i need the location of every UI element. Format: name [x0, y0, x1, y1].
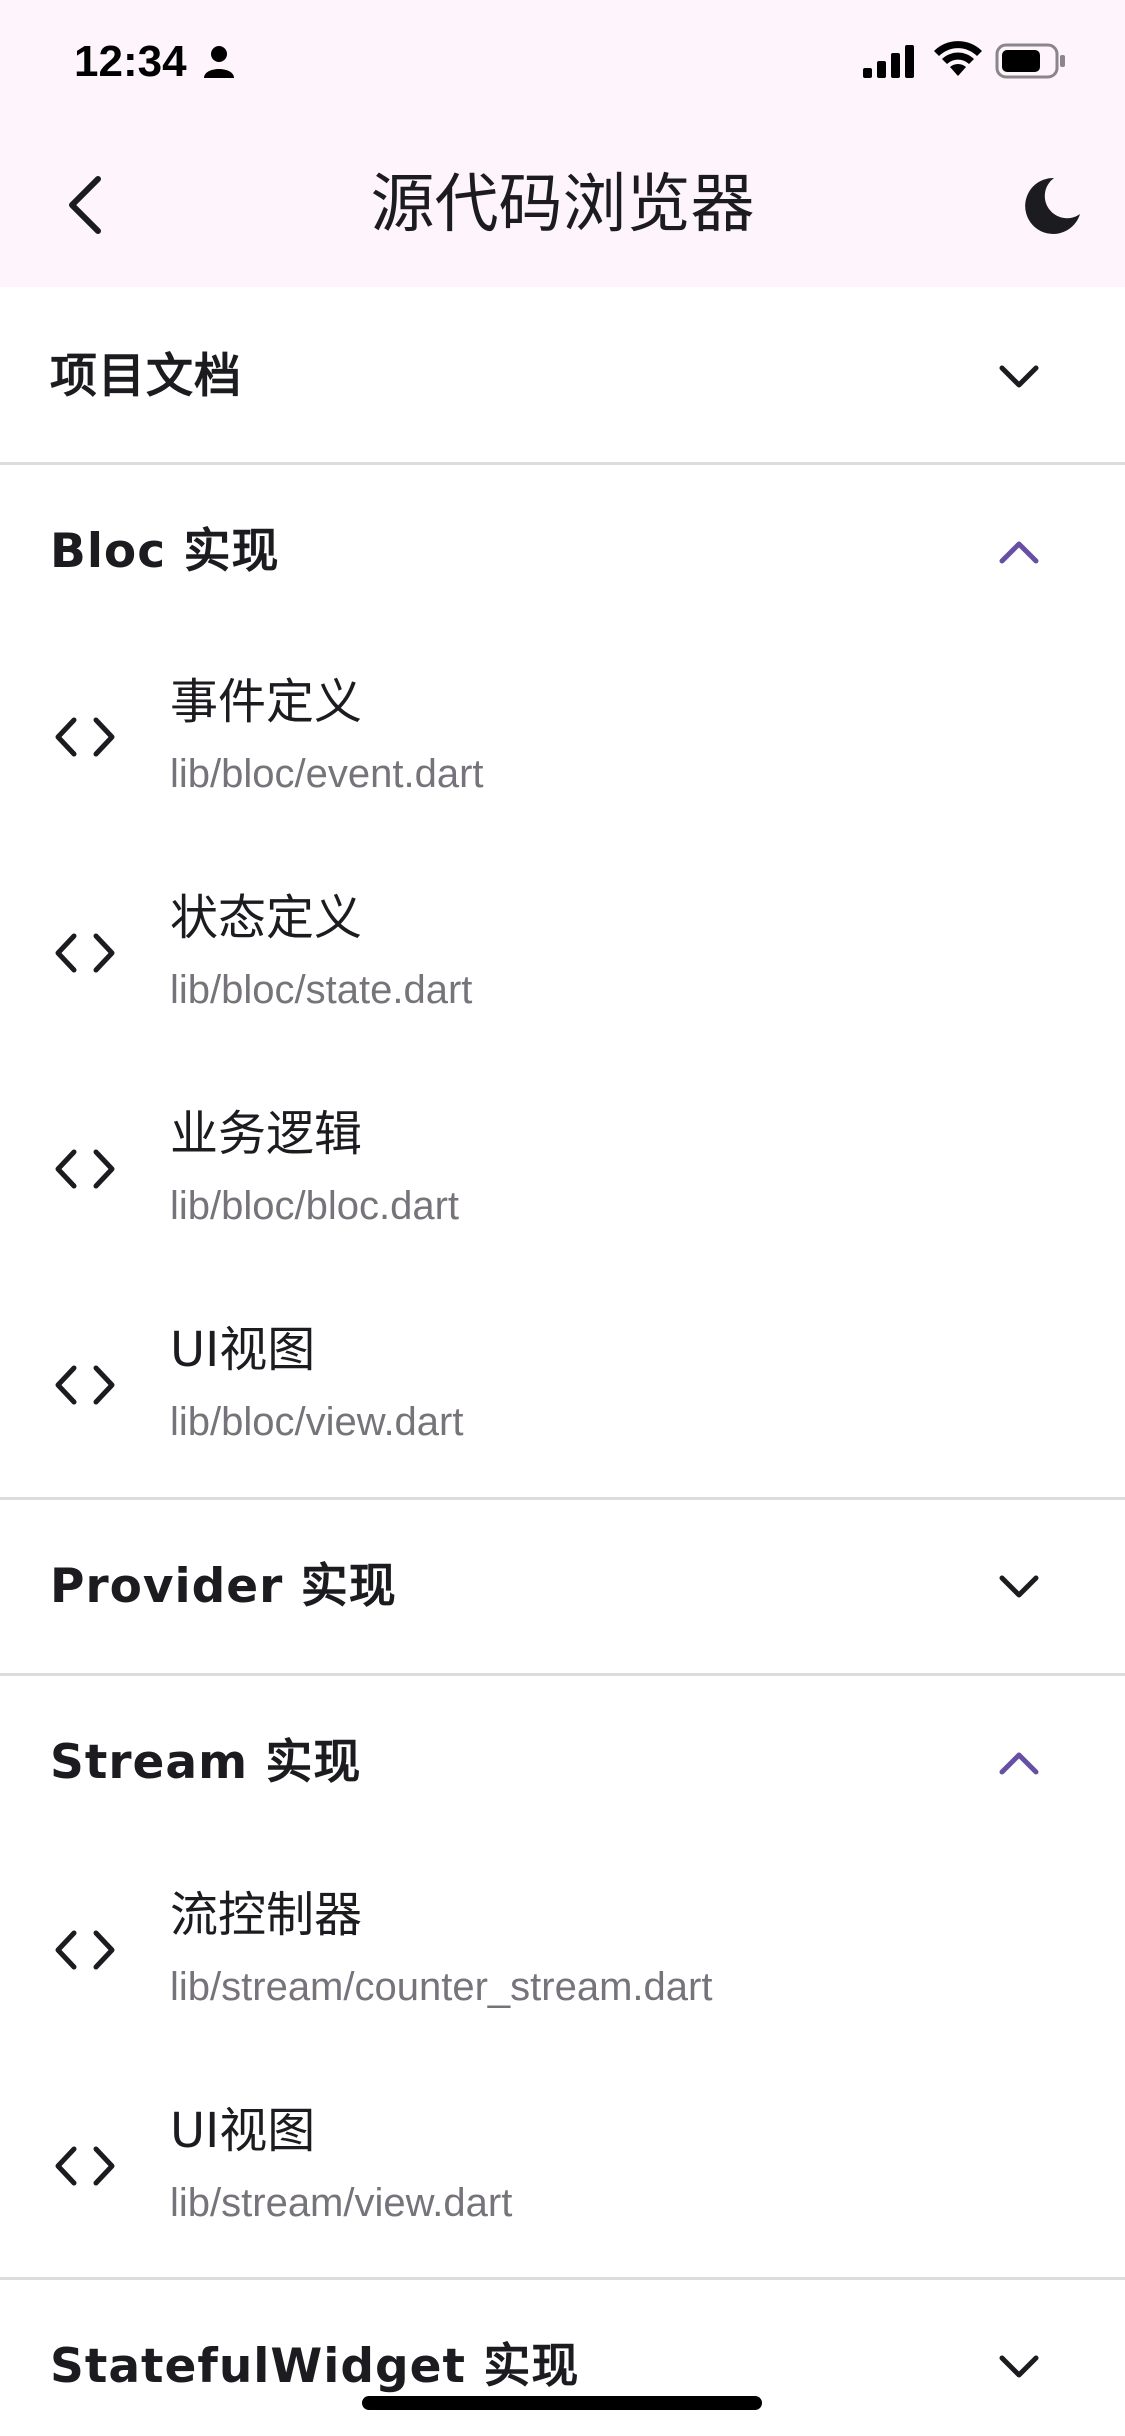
file-item-bloc-logic[interactable]: 业务逻辑 lib/bloc/bloc.dart [0, 1064, 1125, 1280]
file-item-bloc-state[interactable]: 状态定义 lib/bloc/state.dart [0, 848, 1125, 1064]
app-screen: 12:34 源代码浏览器 项目文档 Bloc 实现 事件定义 lib/bloc/… [0, 0, 1125, 2436]
file-item-stream-controller[interactable]: 流控制器 lib/stream/counter_stream.dart [0, 1845, 1125, 2061]
code-icon [55, 1365, 115, 1405]
section-header-docs[interactable]: 项目文档 [0, 290, 1125, 464]
file-item-bloc-event[interactable]: 事件定义 lib/bloc/event.dart [0, 632, 1125, 848]
code-icon [55, 1149, 115, 1189]
theme-toggle-button[interactable] [1012, 166, 1092, 246]
section-header-provider[interactable]: Provider 实现 [0, 1500, 1125, 1674]
file-item-stream-view[interactable]: UI视图 lib/stream/view.dart [0, 2061, 1125, 2277]
top-bar: 12:34 源代码浏览器 [0, 0, 1125, 287]
section-title: Bloc 实现 [50, 524, 280, 579]
chevron-left-icon [69, 176, 101, 234]
back-button[interactable] [48, 162, 120, 248]
code-icon [55, 933, 115, 973]
section-title: 项目文档 [50, 349, 242, 404]
code-icon [55, 2146, 115, 2186]
file-name: 流控制器 [170, 1887, 363, 1943]
chevron-down-icon [999, 1575, 1039, 1598]
section-header-statefulwidget[interactable]: StatefulWidget 实现 [0, 2280, 1125, 2436]
section-title: Provider 实现 [50, 1559, 397, 1614]
file-path: lib/bloc/state.dart [170, 968, 473, 1012]
section-header-bloc[interactable]: Bloc 实现 [0, 465, 1125, 639]
code-icon [55, 1930, 115, 1970]
code-icon [55, 717, 115, 757]
file-item-bloc-view[interactable]: UI视图 lib/bloc/view.dart [0, 1280, 1125, 1496]
wifi-icon [934, 41, 982, 76]
file-name: UI视图 [170, 2103, 316, 2159]
file-name: UI视图 [170, 1322, 316, 1378]
file-path: lib/bloc/event.dart [170, 752, 484, 796]
chevron-up-icon [999, 1752, 1039, 1775]
file-path: lib/stream/view.dart [170, 2181, 513, 2225]
file-name: 业务逻辑 [170, 1106, 363, 1162]
chevron-up-icon [999, 541, 1039, 564]
section-title: StatefulWidget 实现 [50, 2339, 580, 2394]
section-header-stream[interactable]: Stream 实现 [0, 1676, 1125, 1850]
file-path: lib/stream/counter_stream.dart [170, 1965, 713, 2009]
file-path: lib/bloc/bloc.dart [170, 1184, 460, 1228]
file-name: 事件定义 [170, 674, 363, 730]
file-path: lib/bloc/view.dart [170, 1400, 464, 1444]
section-title: Stream 实现 [50, 1735, 362, 1790]
file-name: 状态定义 [170, 890, 363, 946]
status-time: 12:34 [74, 37, 187, 86]
moon-icon [1025, 177, 1080, 234]
cellular-signal-icon [863, 45, 914, 78]
chevron-down-icon [999, 2355, 1039, 2378]
chevron-down-icon [999, 365, 1039, 388]
person-icon [204, 46, 234, 78]
page-title: 源代码浏览器 [370, 168, 755, 242]
home-indicator[interactable] [362, 2396, 762, 2410]
battery-icon [995, 43, 1065, 79]
